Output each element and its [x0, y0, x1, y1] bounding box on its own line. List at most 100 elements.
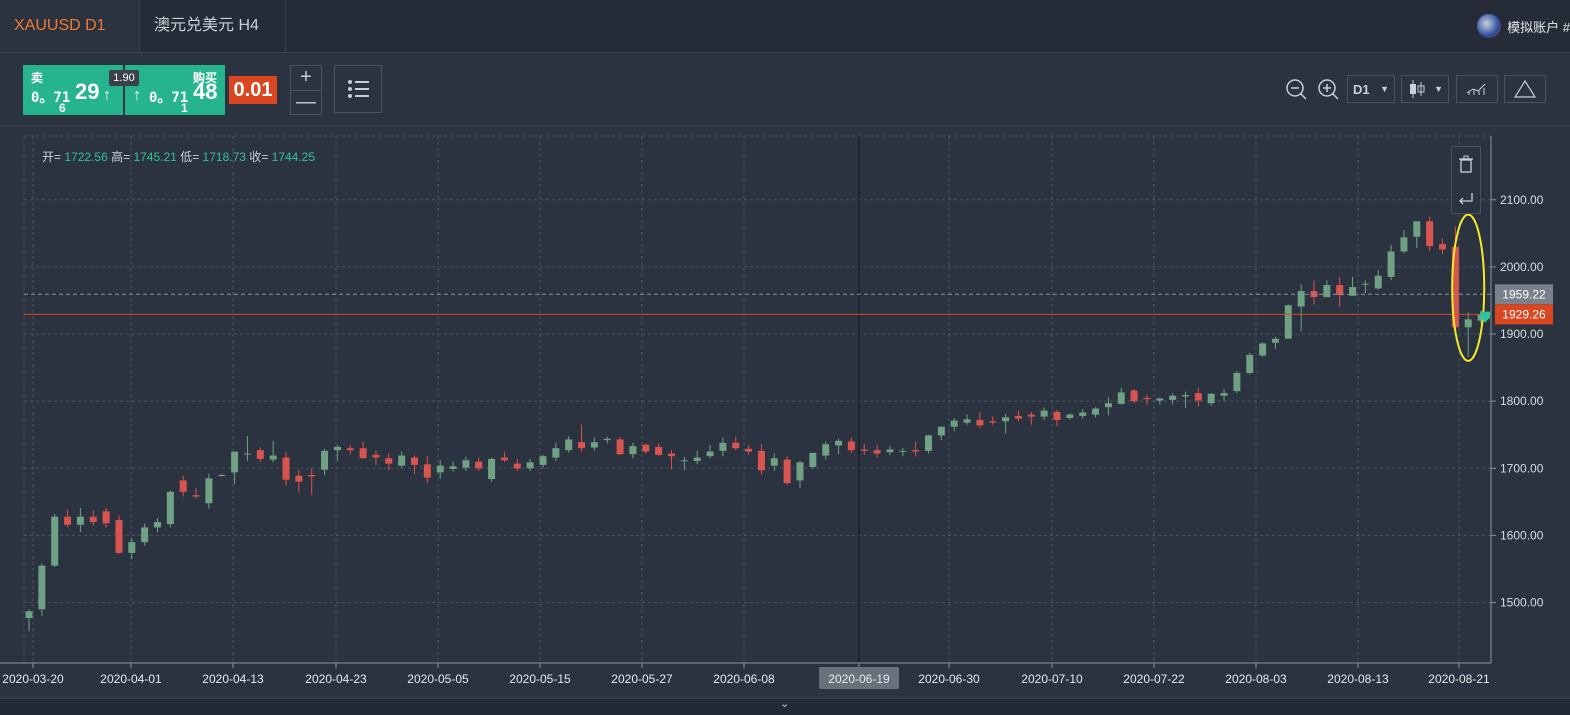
buy-button[interactable]: 购买 ↑ 0。71 48 1: [125, 65, 225, 115]
drawing-tools-button[interactable]: [1504, 75, 1546, 103]
y-tick-label: 2100.00: [1500, 193, 1544, 207]
candle-body: [1246, 354, 1254, 373]
candle-body: [1400, 237, 1408, 252]
x-tick-label: 2020-05-15: [509, 672, 571, 686]
delete-drawings-button[interactable]: [1452, 147, 1480, 180]
x-tick-label: 2020-03-20: [2, 672, 64, 686]
candle-body: [76, 516, 84, 525]
drawing-triangle-icon: [1513, 79, 1537, 98]
candle-body: [359, 448, 367, 459]
candle-body: [668, 453, 675, 457]
candle-body: [308, 475, 316, 477]
candle-body: [1169, 395, 1177, 400]
account-label: 模拟账户 #: [1507, 19, 1570, 35]
sell-price-pips: 29: [75, 79, 100, 104]
tab-audusd-h4[interactable]: 澳元兑美元 H4: [140, 0, 286, 52]
candle-body: [1220, 393, 1228, 396]
low-label: 低=: [180, 150, 200, 164]
open-label: 开=: [42, 150, 62, 164]
candle-body: [1271, 338, 1279, 343]
candle-body: [655, 446, 663, 455]
sell-button[interactable]: 卖 0。71 29 6 ↑: [23, 65, 123, 115]
candle-body: [64, 516, 72, 525]
x-tick-label: 2020-08-21: [1428, 672, 1490, 686]
candle-body: [860, 449, 868, 451]
candle-body: [179, 480, 187, 492]
lot-size-field[interactable]: 0.01: [229, 76, 277, 104]
candle-body: [295, 475, 303, 482]
indicators-button[interactable]: [1456, 75, 1498, 103]
candle-body: [243, 453, 251, 455]
candle-body: [1259, 343, 1267, 356]
x-tick-label: 2020-07-22: [1123, 672, 1185, 686]
candle-body: [1233, 372, 1241, 392]
y-tick-label: 1700.00: [1500, 461, 1544, 475]
candle-body: [231, 451, 239, 473]
sell-arrow-up-icon: ↑: [103, 87, 111, 104]
undo-button[interactable]: [1452, 180, 1480, 213]
price-chart[interactable]: 1959.22 1929.26 2100.00 2000.00 1900.00 1800…: [0, 126, 1570, 698]
zoom-out-button[interactable]: [1284, 75, 1308, 103]
list-icon: [348, 80, 369, 98]
candle-body: [757, 450, 765, 471]
order-list-button[interactable]: [334, 65, 382, 113]
candle-body: [706, 451, 714, 457]
sell-label: 卖: [31, 71, 44, 85]
x-tick-label: 2020-06-30: [918, 672, 980, 686]
chevron-down-icon: ▼: [1380, 84, 1389, 94]
timeframe-select[interactable]: D1 ▼: [1347, 75, 1395, 103]
lot-decrease-button[interactable]: —: [291, 91, 321, 115]
candle-body: [1053, 411, 1061, 420]
candle-body: [629, 446, 637, 455]
candle-body: [989, 421, 997, 423]
zoom-out-icon: [1286, 79, 1307, 100]
plot-border: [23, 135, 1492, 664]
tab-bar: XAUUSD D1 澳元兑美元 H4 模拟账户 #: [0, 0, 1570, 53]
candle-body: [1464, 319, 1472, 328]
ohlc-readout: 开= 1722.56 高= 1745.21 低= 1718.73 收= 1744…: [42, 148, 315, 165]
candle-body: [1027, 414, 1035, 417]
candle-body: [205, 478, 213, 504]
candle-body: [500, 457, 508, 461]
zoom-in-button[interactable]: [1316, 75, 1340, 103]
candle-body: [693, 457, 701, 461]
expand-panel-icon[interactable]: ⌄: [780, 697, 789, 710]
candle-body: [847, 441, 855, 451]
candle-body: [1079, 412, 1087, 416]
candle-body: [950, 420, 958, 427]
open-value: 1722.56: [64, 150, 108, 164]
candle-body: [38, 565, 46, 610]
candle-body: [783, 459, 791, 484]
candle-body: [25, 611, 33, 619]
buy-price-pips: 48: [193, 79, 218, 104]
candle-body: [398, 455, 406, 466]
close-label: 收=: [249, 150, 269, 164]
candle-body: [1066, 414, 1074, 418]
candle-body: [154, 522, 161, 528]
timeframe-value: D1: [1353, 81, 1370, 97]
candle-body: [1143, 397, 1151, 400]
candle-body: [526, 462, 534, 469]
y-tick-label: 1800.00: [1500, 394, 1544, 408]
candlestick-chart[interactable]: 1959.22 1929.26 2100.00 2000.00 1900.00 1800…: [0, 126, 1570, 698]
y-tick-label: 1900.00: [1500, 327, 1544, 341]
indicators-icon: [1466, 83, 1486, 95]
candle-body: [1014, 415, 1022, 419]
lot-increase-button[interactable]: +: [291, 66, 321, 91]
candle-body: [963, 419, 971, 423]
chart-side-tools: [1451, 146, 1481, 214]
candle-body: [1092, 408, 1100, 415]
undo-icon: [1459, 192, 1473, 204]
chart-axes: 2100.00 2000.00 1900.00 1800.00 1700.00 1600.…: [0, 136, 1544, 689]
chevron-down-icon: ▼: [1434, 84, 1443, 94]
candle-body: [1413, 221, 1421, 237]
tab-xauusd-d1[interactable]: XAUUSD D1: [0, 0, 140, 52]
account-switcher[interactable]: 模拟账户 #: [1477, 12, 1570, 40]
candle-body: [578, 442, 586, 449]
candle-body: [423, 464, 431, 478]
chart-type-select[interactable]: ▼: [1401, 75, 1449, 103]
x-tick-label: 2020-07-10: [1021, 672, 1083, 686]
candle-body: [282, 457, 290, 480]
x-tick-label: 2020-05-05: [407, 672, 469, 686]
candle-body: [770, 458, 778, 466]
